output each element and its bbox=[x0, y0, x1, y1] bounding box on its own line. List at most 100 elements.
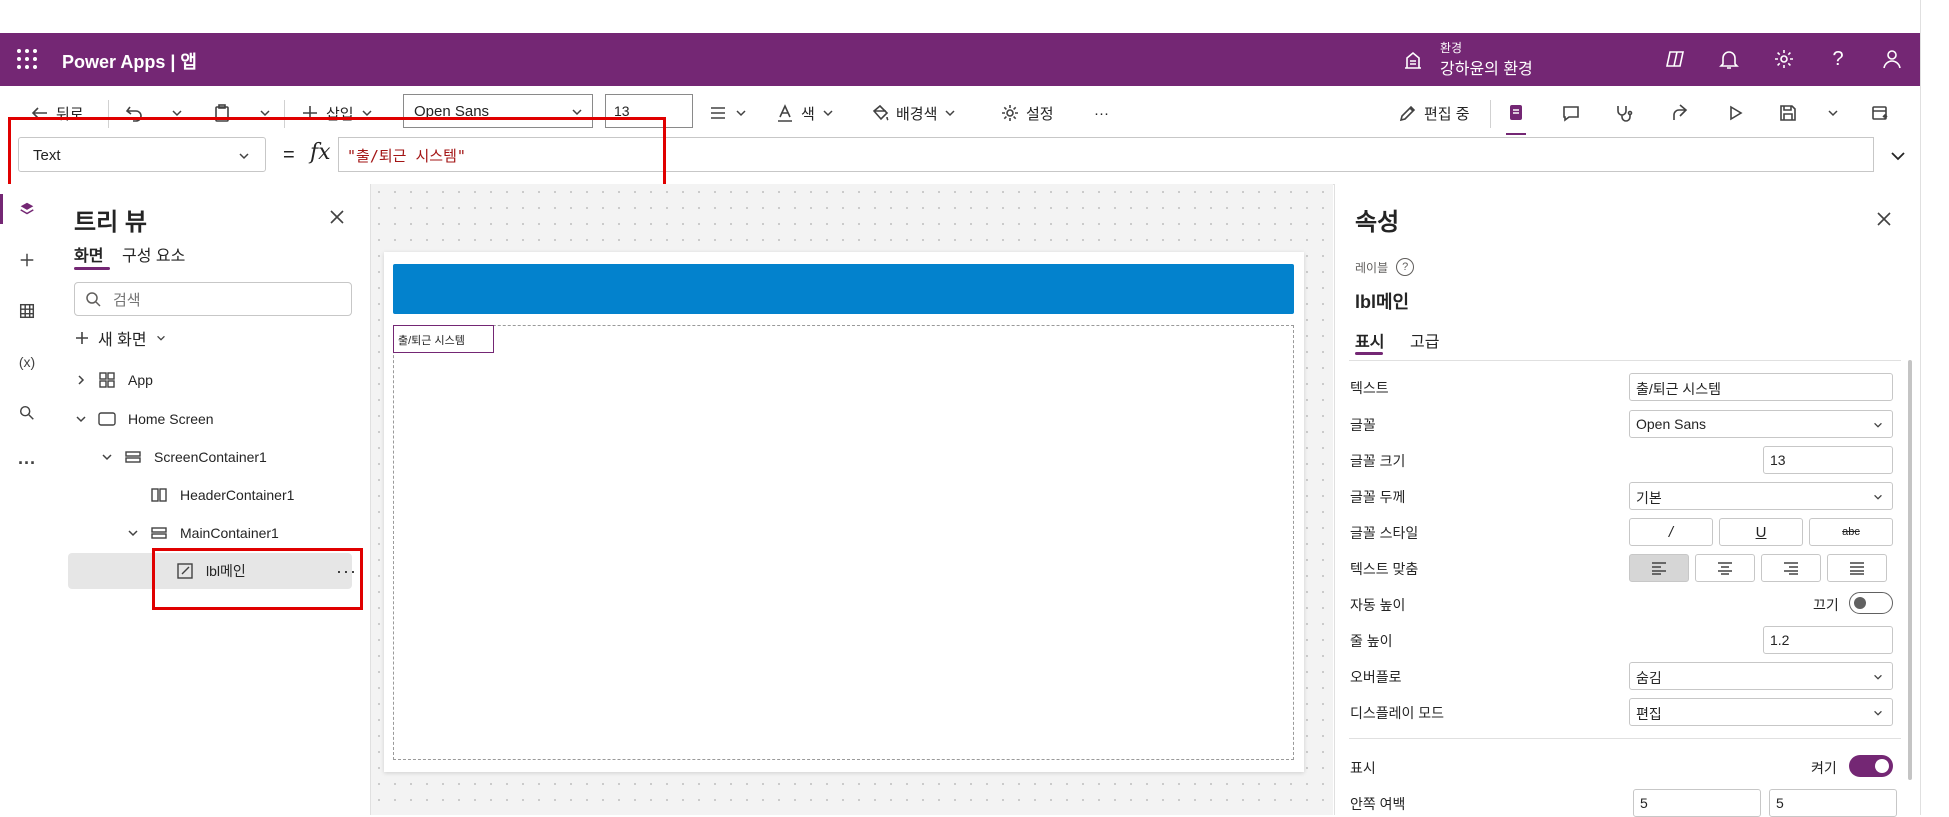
help-icon[interactable]: ? bbox=[1826, 47, 1850, 71]
publish-button[interactable] bbox=[1870, 101, 1890, 125]
auto-height-toggle[interactable] bbox=[1849, 592, 1893, 614]
table-icon[interactable] bbox=[14, 298, 40, 324]
tree-node-screen-container[interactable]: ScreenContainer1 bbox=[100, 439, 352, 475]
app-launcher-icon[interactable] bbox=[16, 48, 38, 70]
tab-advanced[interactable]: 고급 bbox=[1410, 328, 1439, 352]
share-button[interactable] bbox=[1670, 101, 1690, 125]
tree-node-home-screen[interactable]: Home Screen bbox=[74, 401, 352, 437]
pencil-icon bbox=[1399, 105, 1416, 122]
align-left-button[interactable] bbox=[1629, 554, 1689, 582]
overflow-select[interactable]: 숨김 bbox=[1629, 662, 1893, 690]
chevron-down-icon bbox=[736, 110, 746, 117]
help-icon[interactable]: ? bbox=[1396, 258, 1415, 276]
align-center-button[interactable] bbox=[1695, 554, 1755, 582]
fill-button[interactable]: 배경색 bbox=[870, 101, 957, 125]
expand-formula-icon[interactable] bbox=[1888, 146, 1908, 166]
strikethrough-button[interactable]: abc bbox=[1809, 518, 1893, 546]
copilot-icon[interactable] bbox=[1663, 47, 1687, 71]
properties-scrollbar[interactable] bbox=[1908, 360, 1912, 780]
toggle-knob bbox=[1854, 597, 1866, 609]
italic-button[interactable]: / bbox=[1629, 518, 1713, 546]
lbl-main-label[interactable]: 출/퇴근 시스템 bbox=[393, 325, 494, 353]
chevron-down-icon[interactable] bbox=[1826, 106, 1840, 120]
publish-icon bbox=[1872, 106, 1888, 120]
variables-icon[interactable]: (x) bbox=[14, 349, 40, 375]
line-height-field[interactable]: 1.2 bbox=[1763, 626, 1893, 654]
tree-view-panel: 트리 뷰 화면 구성 요소 새 화면 App Home Screen Scree… bbox=[54, 184, 371, 815]
comments-button[interactable] bbox=[1561, 101, 1581, 125]
vertical-container-icon bbox=[151, 527, 167, 539]
screen-icon bbox=[98, 412, 116, 426]
active-indicator bbox=[1506, 133, 1526, 135]
display-mode-select[interactable]: 편집 bbox=[1629, 698, 1893, 726]
visible-toggle[interactable] bbox=[1849, 755, 1893, 777]
person-icon[interactable] bbox=[1880, 47, 1904, 71]
editing-mode-button[interactable]: 편집 중 bbox=[1398, 101, 1470, 125]
preview-button[interactable] bbox=[1725, 101, 1745, 125]
settings-button[interactable]: 설정 bbox=[1000, 101, 1054, 125]
text-field[interactable]: 출/퇴근 시스템 bbox=[1629, 373, 1893, 401]
more-icon[interactable]: ··· bbox=[14, 450, 40, 476]
chevron-down-icon bbox=[1874, 494, 1882, 500]
active-indicator bbox=[0, 194, 3, 224]
layers-icon[interactable] bbox=[14, 196, 40, 222]
save-icon bbox=[1780, 105, 1796, 121]
padding-top-field[interactable]: 5 bbox=[1633, 789, 1761, 817]
notes-icon bbox=[1510, 105, 1522, 120]
chevron-down-icon bbox=[102, 454, 112, 461]
tab-components[interactable]: 구성 요소 bbox=[122, 242, 185, 266]
tree-node-header-container[interactable]: HeaderContainer1 bbox=[150, 477, 352, 513]
align-right-icon bbox=[1784, 562, 1798, 575]
app-checker-button[interactable] bbox=[1614, 101, 1634, 125]
align-button[interactable] bbox=[708, 101, 748, 125]
environment-label[interactable]: 환경 bbox=[1440, 39, 1462, 56]
tab-display[interactable]: 표시 bbox=[1355, 328, 1384, 352]
environment-name[interactable]: 강하윤의 환경 bbox=[1440, 55, 1533, 79]
gear-icon[interactable] bbox=[1772, 47, 1796, 71]
search-input[interactable] bbox=[111, 289, 345, 311]
visible-label: 표시 bbox=[1350, 760, 1376, 776]
align-right-button[interactable] bbox=[1761, 554, 1821, 582]
search-icon[interactable] bbox=[14, 400, 40, 426]
font-size-field[interactable]: 13 bbox=[1763, 446, 1893, 474]
font-select[interactable]: Open Sans bbox=[1629, 410, 1893, 438]
chevron-down-icon bbox=[945, 110, 955, 117]
text-align-label: 텍스트 맞춤 bbox=[1350, 561, 1419, 577]
tree-node-main-container[interactable]: MainContainer1 bbox=[126, 515, 352, 551]
font-weight-label: 글꼴 두께 bbox=[1350, 489, 1406, 505]
display-mode-label: 디스플레이 모드 bbox=[1350, 705, 1445, 721]
tab-underline bbox=[1355, 352, 1383, 355]
tree-node-app[interactable]: App bbox=[74, 362, 352, 398]
bell-icon[interactable] bbox=[1717, 47, 1741, 71]
plus-icon[interactable] bbox=[14, 247, 40, 273]
more-commands-button[interactable]: ··· bbox=[1094, 101, 1109, 125]
control-name[interactable]: lbl메인 bbox=[1355, 288, 1409, 314]
main-container[interactable] bbox=[393, 325, 1294, 760]
notes-button[interactable] bbox=[1506, 101, 1526, 125]
horizontal-container-icon bbox=[151, 488, 167, 502]
color-button[interactable]: 색 bbox=[775, 101, 835, 125]
header-container[interactable] bbox=[393, 264, 1294, 314]
overflow-label: 오버플로 bbox=[1350, 669, 1402, 685]
close-icon[interactable] bbox=[328, 208, 346, 226]
plus-icon bbox=[76, 332, 88, 344]
align-justify-button[interactable] bbox=[1827, 554, 1887, 582]
close-icon[interactable] bbox=[1875, 210, 1893, 228]
divider bbox=[1490, 100, 1491, 128]
left-rail: (x) ··· bbox=[0, 184, 55, 815]
search-icon bbox=[86, 292, 101, 307]
highlight-box bbox=[152, 548, 363, 610]
align-left-icon bbox=[1652, 562, 1666, 575]
app-title: Power Apps | 앱 bbox=[62, 52, 197, 72]
tab-screens[interactable]: 화면 bbox=[74, 242, 103, 266]
new-screen-button[interactable]: 새 화면 bbox=[74, 326, 167, 350]
tab-underline bbox=[74, 267, 110, 270]
stethoscope-icon bbox=[1617, 106, 1633, 122]
save-button[interactable] bbox=[1778, 101, 1798, 125]
underline-button[interactable]: U bbox=[1719, 518, 1803, 546]
text-label: 텍스트 bbox=[1350, 380, 1389, 396]
font-weight-select[interactable]: 기본 bbox=[1629, 482, 1893, 510]
padding-bottom-field[interactable]: 5 bbox=[1769, 789, 1897, 817]
toggle-knob bbox=[1875, 759, 1889, 773]
properties-title: 속성 bbox=[1355, 209, 1400, 236]
